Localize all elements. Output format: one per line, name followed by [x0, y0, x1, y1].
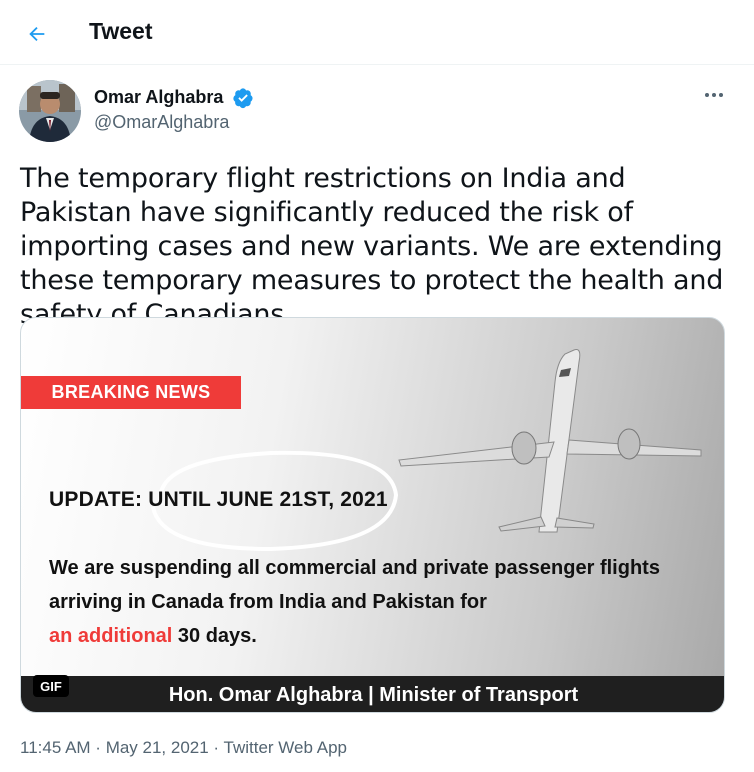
- body-highlight: an additional: [49, 625, 173, 647]
- more-horizontal-icon: [705, 93, 723, 97]
- tweet-media-gif[interactable]: BREAKING NEWS UPDATE: UNTIL JUNE 21ST, 2…: [20, 317, 725, 713]
- author-handle[interactable]: @OmarAlghabra: [94, 112, 229, 133]
- media-footer-caption: Hon. Omar Alghabra | Minister of Transpo…: [21, 676, 724, 712]
- meta-separator: ·: [90, 738, 106, 757]
- body-end: 30 days.: [172, 625, 257, 647]
- gif-badge: GIF: [33, 675, 69, 697]
- verified-badge-icon: [232, 87, 254, 109]
- tweet-header: Tweet: [0, 0, 754, 65]
- tweet-source-app[interactable]: Twitter Web App: [224, 738, 347, 757]
- body-line-3: an additional 30 days.: [49, 619, 689, 653]
- update-headline: UPDATE: UNTIL JUNE 21ST, 2021: [49, 488, 388, 511]
- tweet-text: The temporary flight restrictions on Ind…: [20, 163, 724, 330]
- breaking-news-badge: BREAKING NEWS: [21, 376, 241, 409]
- media-body-text: We are suspending all commercial and pri…: [49, 551, 689, 653]
- tweet-meta: 11:45 AM · May 21, 2021 · Twitter Web Ap…: [20, 738, 347, 758]
- avatar[interactable]: [19, 80, 81, 142]
- airplane-image: [398, 349, 702, 533]
- body-line-1: We are suspending all commercial and pri…: [49, 557, 660, 579]
- page-title: Tweet: [89, 18, 153, 44]
- author-name[interactable]: Omar Alghabra: [94, 87, 223, 108]
- back-button[interactable]: [20, 17, 54, 51]
- tweet-time[interactable]: 11:45 AM: [20, 738, 91, 757]
- arrow-left-icon: [29, 26, 45, 42]
- meta-separator: ·: [208, 738, 224, 757]
- more-options-button[interactable]: [700, 85, 728, 105]
- tweet-date[interactable]: May 21, 2021: [106, 738, 209, 757]
- body-line-2: arriving in Canada from India and Pakist…: [49, 591, 487, 613]
